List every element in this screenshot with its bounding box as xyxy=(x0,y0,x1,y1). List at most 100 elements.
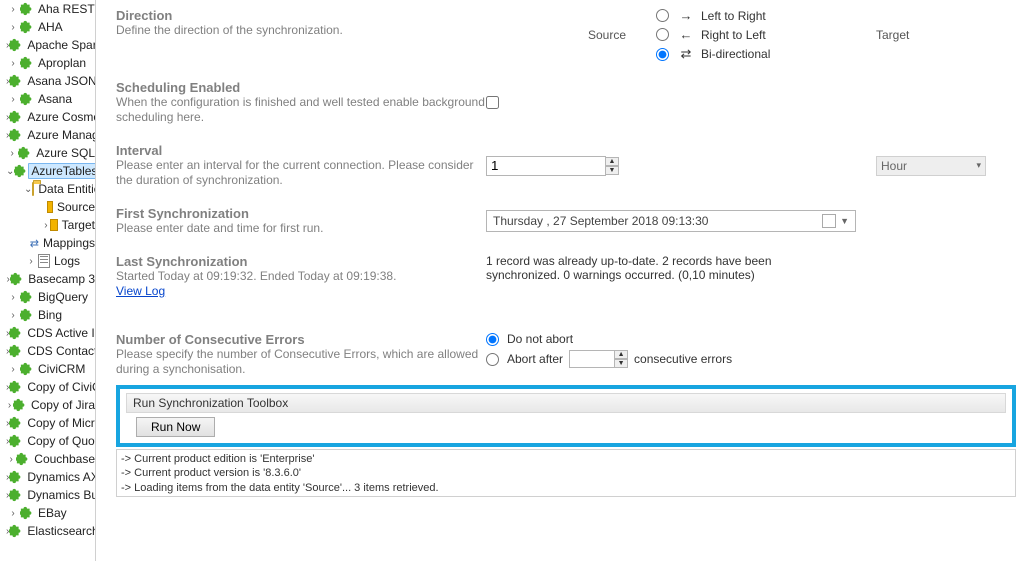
expand-caret-icon[interactable] xyxy=(6,58,20,69)
tree-item[interactable]: Logs xyxy=(0,252,95,270)
tree-item[interactable]: BigQuery xyxy=(0,288,95,306)
view-log-link[interactable]: View Log xyxy=(116,284,165,298)
spin-down-icon[interactable]: ▼ xyxy=(605,166,619,175)
tree-item[interactable]: Azure CosmosDB xyxy=(0,108,95,126)
tree-item-label: Copy of Microsoft Teams xyxy=(23,416,96,430)
tree-item[interactable]: Dynamics AX xyxy=(0,468,95,486)
cube-icon xyxy=(47,201,53,213)
tree-item[interactable]: Basecamp 3 xyxy=(0,270,95,288)
interval-desc: Please enter an interval for the current… xyxy=(116,158,486,188)
tree-item-label: Azure CosmosDB xyxy=(23,110,96,124)
expand-caret-icon[interactable] xyxy=(6,454,16,465)
firstsync-datetime-input[interactable]: Thursday , 27 September 2018 09:13:30 ▼ xyxy=(486,210,856,232)
expand-caret-icon[interactable] xyxy=(6,4,20,15)
tree-item[interactable]: Source xyxy=(0,198,95,216)
tree-item[interactable]: Aha REST xyxy=(0,0,95,18)
spin-up-icon[interactable]: ▲ xyxy=(614,350,628,359)
puzzle-icon xyxy=(9,74,23,88)
tree-item[interactable]: AHA xyxy=(0,18,95,36)
run-now-button[interactable]: Run Now xyxy=(136,417,215,437)
tree-item-label: Target xyxy=(58,218,95,232)
tree-item-label: Mappings xyxy=(39,236,95,250)
lastsync-desc: Started Today at 09:19:32. Ended Today a… xyxy=(116,269,486,284)
log-output[interactable]: -> Current product edition is 'Enterpris… xyxy=(116,449,1016,497)
expand-caret-icon[interactable] xyxy=(6,310,20,321)
tree-item-label: CDS Contacts xyxy=(23,344,96,358)
tree-item-label: AHA xyxy=(34,20,63,34)
tree-item[interactable]: AzureTables xyxy=(0,162,95,180)
tree-item-label: BigQuery xyxy=(34,290,88,304)
tree-item[interactable]: Dynamics Business Central xyxy=(0,486,95,504)
tree-item[interactable]: Bing xyxy=(0,306,95,324)
tree-item[interactable]: CDS Active Ideas xyxy=(0,324,95,342)
radio-bidirectional[interactable]: ⇄Bi-directional xyxy=(656,46,856,62)
puzzle-icon xyxy=(20,20,34,34)
expand-caret-icon[interactable] xyxy=(6,364,20,375)
connection-tree[interactable]: Aha REST AHA Apache Spark with PostgreSQL A… xyxy=(0,0,96,561)
spin-up-icon[interactable]: ▲ xyxy=(605,157,619,166)
calendar-dropdown-icon[interactable] xyxy=(822,214,836,228)
tree-item[interactable]: Copy of QuoteWerks xyxy=(0,432,95,450)
puzzle-icon xyxy=(9,488,23,502)
tree-item[interactable]: Aproplan xyxy=(0,54,95,72)
interval-title: Interval xyxy=(116,143,486,158)
tree-item-label: Elasticsearch xyxy=(23,524,96,538)
tree-item[interactable]: Copy of Jira xyxy=(0,396,95,414)
expand-caret-icon[interactable] xyxy=(24,256,38,267)
tree-item[interactable]: Copy of CiviCRM xyxy=(0,378,95,396)
tree-item[interactable]: Copy of Microsoft Teams xyxy=(0,414,95,432)
interval-value-input[interactable]: ▲▼ xyxy=(486,156,619,176)
puzzle-icon xyxy=(20,362,34,376)
scheduling-desc: When the configuration is finished and w… xyxy=(116,95,486,125)
puzzle-icon xyxy=(9,128,23,142)
chevron-down-icon: ▾ xyxy=(976,160,981,171)
expand-caret-icon[interactable] xyxy=(6,292,20,303)
expand-caret-icon[interactable] xyxy=(6,400,13,411)
tree-item-label: EBay xyxy=(34,506,67,520)
tree-item[interactable]: ⇄Mappings xyxy=(0,234,95,252)
expand-caret-icon[interactable] xyxy=(24,184,32,195)
chevron-down-icon[interactable]: ▼ xyxy=(840,216,849,226)
page-icon xyxy=(38,254,50,268)
tree-item[interactable]: Azure Management xyxy=(0,126,95,144)
source-label: Source xyxy=(588,28,626,42)
tree-item-label: Asana xyxy=(34,92,72,106)
abort-count-input[interactable]: ▲▼ xyxy=(569,350,628,368)
tree-item[interactable]: Couchbase xyxy=(0,450,95,468)
tree-item[interactable]: Elasticsearch xyxy=(0,522,95,540)
spin-down-icon[interactable]: ▼ xyxy=(614,359,628,368)
expand-caret-icon[interactable] xyxy=(6,94,20,105)
tree-item[interactable]: EBay xyxy=(0,504,95,522)
scheduling-title: Scheduling Enabled xyxy=(116,80,486,95)
puzzle-icon xyxy=(9,326,23,340)
tree-item-label: Azure Management xyxy=(23,128,96,142)
cube-icon xyxy=(50,219,58,231)
tree-item[interactable]: Data Entities xyxy=(0,180,95,198)
expand-caret-icon[interactable] xyxy=(6,508,20,519)
radio-abort-after[interactable]: Abort after ▲▼ consecutive errors xyxy=(486,350,732,368)
tree-item-label: CiviCRM xyxy=(34,362,85,376)
scheduling-checkbox[interactable] xyxy=(486,96,499,109)
puzzle-icon xyxy=(18,146,32,160)
tree-item[interactable]: CDS Contacts xyxy=(0,342,95,360)
tree-item[interactable]: Asana xyxy=(0,90,95,108)
puzzle-icon xyxy=(9,470,23,484)
tree-item[interactable]: Azure SQL xyxy=(0,144,95,162)
interval-unit-combo[interactable]: Hour ▾ xyxy=(876,156,986,176)
tree-item[interactable]: Asana JSON xyxy=(0,72,95,90)
tree-item[interactable]: Target xyxy=(0,216,95,234)
expand-caret-icon[interactable] xyxy=(42,220,50,231)
arrows-bidir-icon: ⇄ xyxy=(677,46,695,62)
run-toolbox-section: Run Synchronization Toolbox Run Now xyxy=(116,385,1016,447)
expand-caret-icon[interactable] xyxy=(6,166,14,177)
radio-right-to-left[interactable]: ←Right to Left xyxy=(656,27,856,42)
tree-item[interactable]: CiviCRM xyxy=(0,360,95,378)
errors-title: Number of Consecutive Errors xyxy=(116,332,486,347)
expand-caret-icon[interactable] xyxy=(6,148,18,159)
tree-item-label: Apache Spark with PostgreSQL xyxy=(23,38,96,52)
radio-do-not-abort[interactable]: Do not abort xyxy=(486,332,573,346)
tree-item[interactable]: Apache Spark with PostgreSQL xyxy=(0,36,95,54)
radio-left-to-right[interactable]: →Left to Right xyxy=(656,8,856,23)
firstsync-title: First Synchronization xyxy=(116,206,486,221)
expand-caret-icon[interactable] xyxy=(6,22,20,33)
